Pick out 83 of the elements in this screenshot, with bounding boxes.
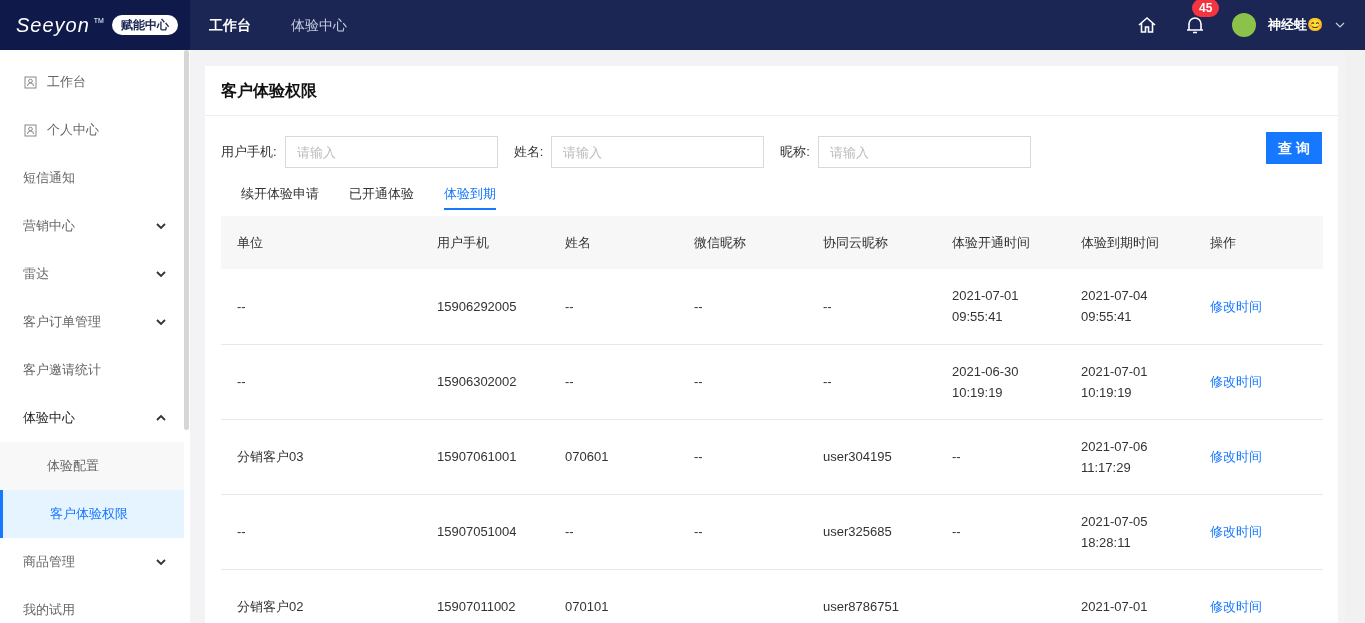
table-cell: 分销客户03 bbox=[237, 449, 304, 464]
edit-time-link[interactable]: 修改时间 bbox=[1210, 449, 1262, 464]
logo: Seeyon bbox=[16, 15, 90, 35]
table-cell: user8786751 bbox=[823, 599, 899, 614]
column-header: 体验开通时间 bbox=[936, 216, 1065, 269]
table-cell: -- bbox=[952, 524, 961, 539]
sidebar-item[interactable]: 工作台 bbox=[0, 58, 190, 106]
tab[interactable]: 已开通体验 bbox=[349, 184, 414, 210]
table-cell: 15907061001 bbox=[437, 449, 517, 464]
column-header: 微信昵称 bbox=[678, 216, 807, 269]
table-cell: -- bbox=[565, 524, 574, 539]
table-cell: -- bbox=[694, 374, 703, 389]
table-cell: 15907011002 bbox=[437, 599, 516, 614]
table-cell: 15906292005 bbox=[437, 298, 517, 314]
table-cell: 分销客户02 bbox=[237, 599, 304, 614]
filter-label: 昵称: bbox=[780, 143, 810, 162]
edit-time-link[interactable]: 修改时间 bbox=[1210, 524, 1262, 539]
column-header: 操作 bbox=[1194, 216, 1323, 269]
caret-icon[interactable] bbox=[1335, 21, 1345, 29]
table-cell: -- bbox=[237, 298, 246, 314]
sidebar-item[interactable]: 商品管理 bbox=[0, 538, 190, 586]
edit-time-link[interactable]: 修改时间 bbox=[1210, 298, 1262, 314]
table-cell: -- bbox=[237, 374, 246, 389]
notification-count: 45 bbox=[1192, 0, 1220, 17]
table-cell: 2021-06-30 10:19:19 bbox=[952, 363, 1019, 400]
edit-time-link[interactable]: 修改时间 bbox=[1210, 599, 1262, 614]
table-cell: -- bbox=[823, 298, 832, 314]
table-cell: user325685 bbox=[823, 524, 892, 539]
table-cell: -- bbox=[694, 298, 703, 314]
column-header: 体验到期时间 bbox=[1065, 216, 1194, 269]
sidebar-item[interactable]: 营销中心 bbox=[0, 202, 190, 250]
tab[interactable]: 续开体验申请 bbox=[241, 184, 319, 210]
sidebar-item[interactable]: 我的试用 bbox=[0, 586, 190, 623]
input-field[interactable]: 请输入 bbox=[284, 136, 498, 168]
tab[interactable]: 体验到期 bbox=[444, 184, 496, 210]
sidebar-item[interactable]: 客户订单管理 bbox=[0, 298, 190, 346]
user-name: 神经蛙😊 bbox=[1268, 16, 1323, 35]
table-cell: user304195 bbox=[823, 449, 892, 464]
sidebar-item[interactable]: 体验中心 bbox=[0, 394, 190, 442]
filter-label: 用户手机: bbox=[221, 143, 277, 162]
sidebar-item[interactable]: 短信通知 bbox=[0, 154, 190, 202]
table-cell: 2021-07-05 18:28:11 bbox=[1081, 513, 1148, 550]
sidebar-subitem[interactable]: 客户体验权限 bbox=[0, 490, 184, 538]
table-cell: 2021-07-01 09:55:41 bbox=[952, 288, 1019, 325]
table-cell: 2021-07-04 09:55:41 bbox=[1081, 288, 1148, 325]
home-icon[interactable] bbox=[1137, 15, 1157, 35]
sidebar-item[interactable]: 个人中心 bbox=[0, 106, 190, 154]
table-cell: 2021-07-01 10:19:19 bbox=[1081, 363, 1148, 400]
column-header: 协同云昵称 bbox=[807, 216, 936, 269]
input-field[interactable]: 请输入 bbox=[817, 136, 1031, 168]
user-icon bbox=[24, 75, 37, 89]
scrollbar[interactable] bbox=[184, 50, 189, 430]
table-cell: 070601 bbox=[565, 449, 609, 464]
search-button[interactable]: 查 询 bbox=[1266, 132, 1322, 164]
scrollbar[interactable] bbox=[1345, 50, 1365, 623]
sidebar-item[interactable]: 客户邀请统计 bbox=[0, 346, 190, 394]
bell-icon[interactable] bbox=[1186, 15, 1206, 35]
table-cell: 2021-07-01 bbox=[1081, 599, 1148, 614]
table-cell: -- bbox=[565, 374, 574, 389]
nav-tab[interactable]: 体验中心 bbox=[291, 14, 347, 36]
sidebar-item[interactable]: 雷达 bbox=[0, 250, 190, 298]
table-cell: 15906302002 bbox=[437, 374, 517, 389]
table-cell: -- bbox=[694, 524, 703, 539]
table-cell: -- bbox=[952, 449, 961, 464]
sidebar-subitem[interactable]: 体验配置 bbox=[0, 442, 184, 490]
column-header: 用户手机 bbox=[421, 216, 549, 269]
badge: 赋能中心 bbox=[111, 15, 178, 35]
user-icon bbox=[24, 123, 37, 137]
edit-time-link[interactable]: 修改时间 bbox=[1210, 374, 1262, 389]
table-cell: 2021-07-06 11:17:29 bbox=[1081, 438, 1148, 475]
filter-label: 姓名: bbox=[513, 143, 544, 162]
avatar bbox=[1232, 13, 1256, 37]
table-cell: -- bbox=[565, 298, 574, 314]
table-cell: -- bbox=[237, 524, 246, 539]
nav-tab[interactable]: 工作台 bbox=[209, 14, 251, 36]
table-cell: 070101 bbox=[565, 599, 609, 614]
column-header: 单位 bbox=[221, 216, 421, 269]
table-cell: 15907051004 bbox=[437, 524, 517, 539]
page-title: 客户体验权限 bbox=[221, 80, 317, 101]
input-field[interactable]: 请输入 bbox=[551, 136, 765, 168]
table-cell: -- bbox=[694, 449, 703, 464]
table-cell: -- bbox=[823, 374, 832, 389]
column-header: 姓名 bbox=[549, 216, 678, 269]
